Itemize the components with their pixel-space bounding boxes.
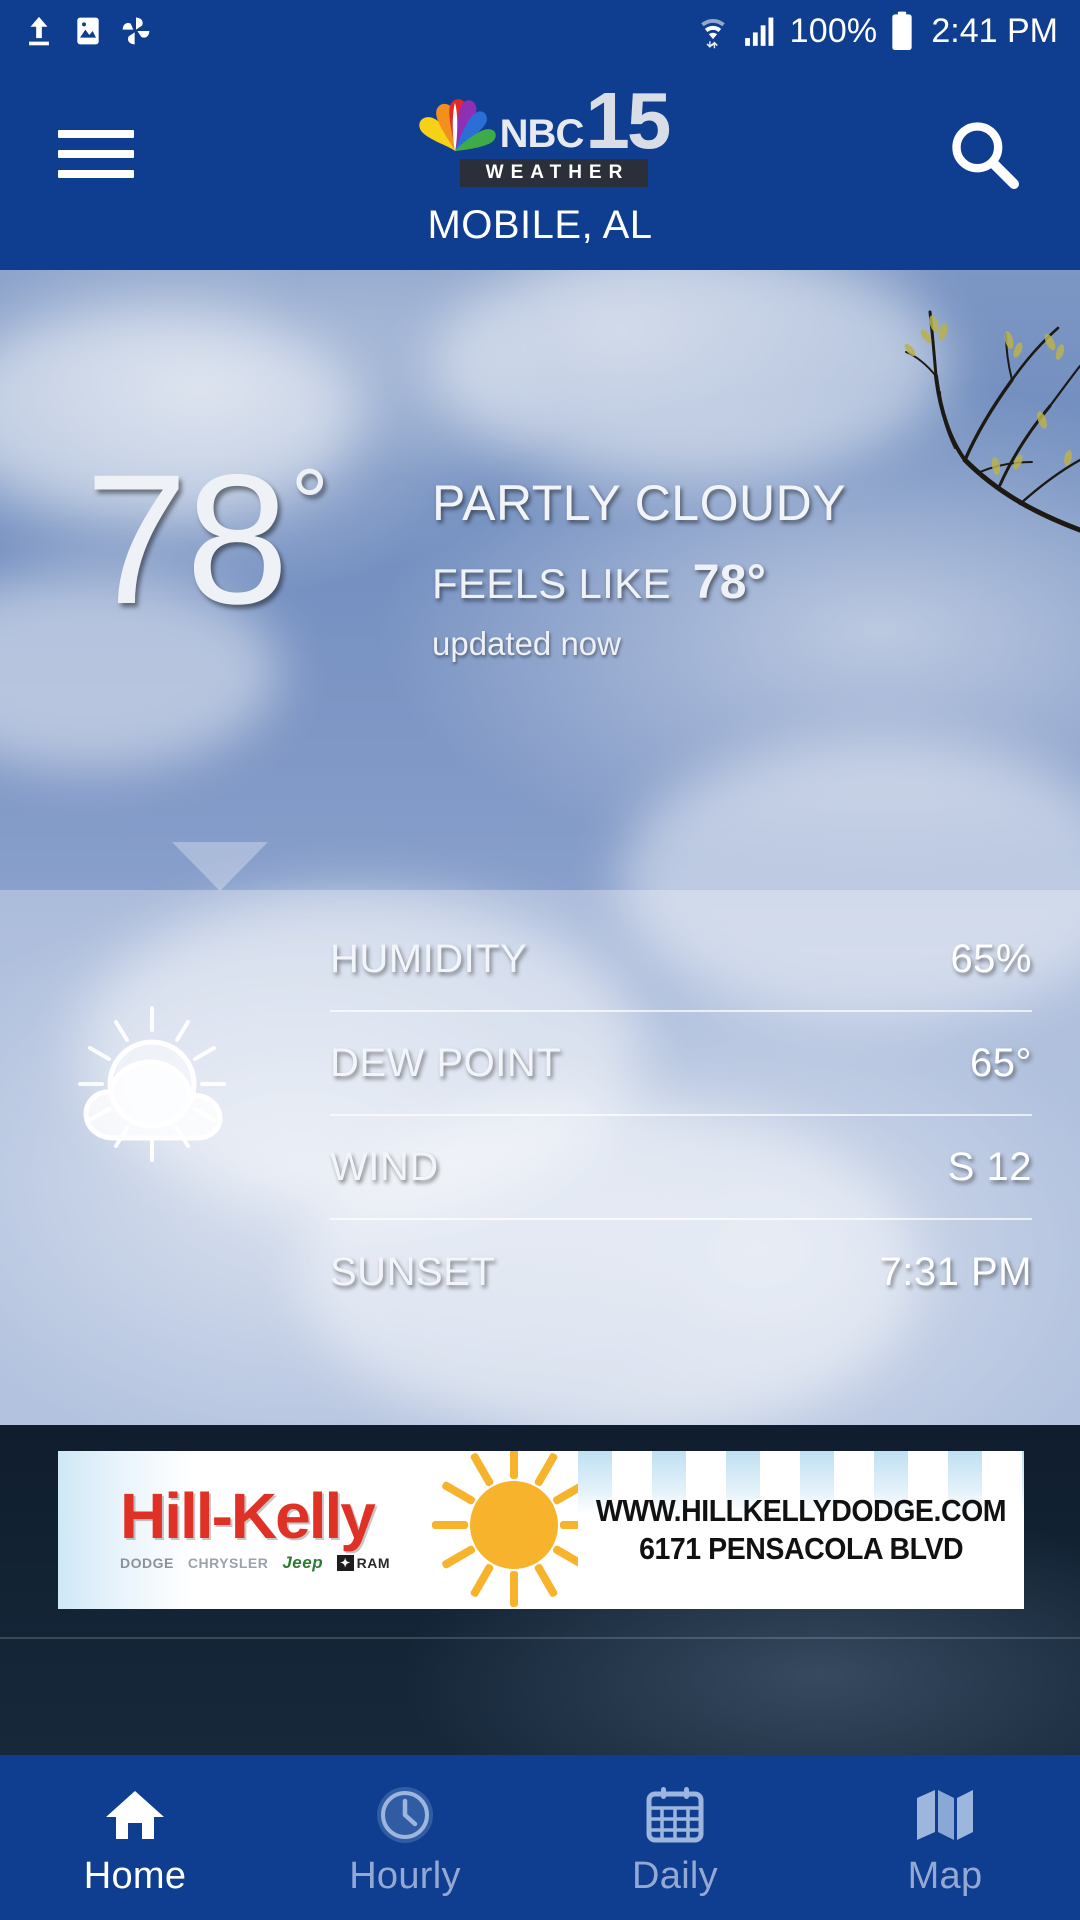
ad-marque-jeep: Jeep — [282, 1552, 324, 1572]
status-bar-right-icons: 100% 2:41 PM — [696, 11, 1058, 51]
nav-label-map: Map — [907, 1855, 983, 1897]
details-rows: HUMIDITY 65% DEW POINT 65° WIND S 12 SUN… — [330, 890, 1080, 1425]
brand-nbc-text: NBC — [499, 112, 585, 156]
ad-website-url: WWW.HILLKELLYDODGE.COM — [595, 1493, 1007, 1528]
status-bar-left-icons — [22, 13, 152, 49]
nav-tab-map[interactable]: Map — [810, 1755, 1080, 1920]
ad-marque-ram: ✦ RAM — [337, 1554, 391, 1571]
wifi-icon — [700, 18, 725, 49]
nav-label-home: Home — [83, 1855, 187, 1897]
clock-icon — [374, 1785, 436, 1845]
detail-label: DEW POINT — [330, 1040, 562, 1085]
nav-tab-daily[interactable]: Daily — [540, 1755, 810, 1920]
ad-banner-hill-kelly[interactable]: Hill-Kelly DODGE CHRYSLER Jeep ✦ RAM WWW… — [58, 1451, 1024, 1609]
ad-divider-line — [0, 1637, 1080, 1639]
nbc-peacock-icon — [418, 99, 496, 152]
feels-like-value: 78° — [692, 556, 767, 609]
panel-notch-decoration — [172, 842, 268, 891]
degree-symbol: ° — [290, 450, 329, 556]
current-temperature: 78° — [85, 448, 329, 633]
detail-label: SUNSET — [330, 1249, 496, 1294]
ram-badge-icon: ✦ — [337, 1554, 354, 1571]
sun-behind-cloud-icon — [78, 1006, 226, 1162]
updated-timestamp: updated now — [432, 625, 621, 662]
detail-row-dew-point: DEW POINT 65° — [330, 1012, 1032, 1116]
calendar-icon — [645, 1785, 705, 1845]
location-title[interactable]: MOBILE, AL — [427, 203, 652, 248]
ad-right-panel: WWW.HILLKELLYDODGE.COM 6171 PENSACOLA BL… — [578, 1451, 1024, 1609]
detail-value: 65° — [970, 1040, 1032, 1085]
detail-label: HUMIDITY — [330, 936, 528, 981]
home-icon — [104, 1785, 166, 1845]
ad-marque-ram-text: RAM — [356, 1554, 391, 1571]
brand-logo: NBC 15 WEATHER MOBILE, AL — [0, 78, 1080, 248]
brand-number-text: 15 — [585, 75, 671, 165]
battery-icon — [892, 11, 913, 51]
nav-tab-home[interactable]: Home — [0, 1755, 270, 1920]
upload-icon — [29, 16, 49, 46]
current-temperature-value: 78 — [85, 437, 289, 643]
image-icon — [77, 17, 99, 45]
ad-brand-name: Hill-Kelly — [120, 1480, 376, 1553]
bottom-navigation-bar: Home Hourly Daily Map — [0, 1755, 1080, 1920]
feels-like-label: FEELS LIKE — [432, 560, 671, 607]
detail-row-wind: WIND S 12 — [330, 1116, 1032, 1220]
ad-marque-dodge: DODGE — [120, 1554, 174, 1571]
current-condition-text: PARTLY CLOUDY — [432, 475, 847, 531]
detail-value: 65% — [950, 936, 1032, 981]
weather-app-screen: 100% 2:41 PM NBC 15 WEATHER MOBILE, AL 7… — [0, 0, 1080, 1920]
detail-label: WIND — [330, 1144, 439, 1189]
ad-marque-chrysler: CHRYSLER — [187, 1554, 269, 1571]
detail-row-humidity: HUMIDITY 65% — [330, 908, 1032, 1012]
ad-marque-logos: DODGE CHRYSLER Jeep ✦ RAM — [120, 1552, 578, 1574]
battery-percent-text: 100% — [789, 12, 878, 50]
nav-label-hourly: Hourly — [349, 1855, 461, 1897]
detail-row-sunset: SUNSET 7:31 PM — [330, 1220, 1032, 1324]
map-icon — [914, 1785, 976, 1845]
detail-value: 7:31 PM — [879, 1249, 1032, 1294]
nav-tab-hourly[interactable]: Hourly — [270, 1755, 540, 1920]
app-header: NBC 15 WEATHER MOBILE, AL — [0, 62, 1080, 270]
pinwheel-icon — [122, 17, 150, 45]
status-bar-clock: 2:41 PM — [931, 12, 1058, 50]
current-conditions-block: 78° PARTLY CLOUDY FEELS LIKE 78° updated … — [0, 270, 1080, 890]
signal-icon — [744, 17, 773, 46]
brand-logo-row: NBC 15 — [412, 75, 671, 165]
detail-value: S 12 — [947, 1144, 1032, 1189]
nav-label-daily: Daily — [632, 1855, 718, 1897]
ad-left-panel: Hill-Kelly DODGE CHRYSLER Jeep ✦ RAM — [58, 1451, 597, 1609]
brand-weather-text: WEATHER — [485, 162, 630, 183]
brand-weather-bar: WEATHER — [460, 159, 648, 187]
details-panel: HUMIDITY 65% DEW POINT 65° WIND S 12 SUN… — [0, 842, 1080, 1425]
condition-icon-area — [0, 890, 330, 1425]
status-bar: 100% 2:41 PM — [0, 0, 1080, 62]
ad-street-address: 6171 PENSACOLA BLVD — [638, 1531, 964, 1566]
feels-like-row: FEELS LIKE 78° — [432, 555, 766, 610]
